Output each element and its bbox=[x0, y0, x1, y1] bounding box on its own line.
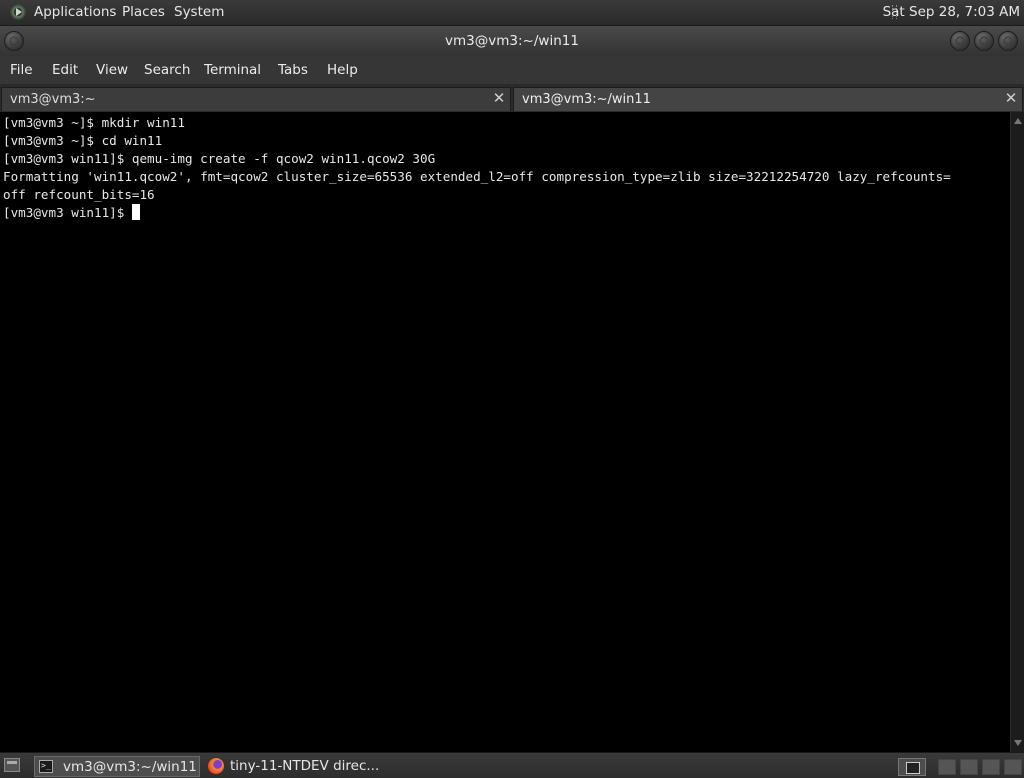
menubar: File Edit View Search Terminal Tabs Help bbox=[0, 56, 1024, 84]
taskbar-item-firefox[interactable]: tiny-11-NTDEV direc... bbox=[202, 756, 392, 777]
taskbar-item-terminal[interactable]: >_ vm3@vm3:~/win11 bbox=[34, 756, 200, 777]
close-button[interactable] bbox=[998, 31, 1018, 51]
top-panel: Applications Places System Sat Sep 28, 7… bbox=[0, 0, 1024, 26]
menu-file[interactable]: File bbox=[10, 62, 33, 78]
terminal-line: [vm3@vm3 ~]$ mkdir win11 bbox=[3, 115, 185, 130]
menu-tabs[interactable]: Tabs bbox=[278, 62, 308, 78]
tab-win11[interactable]: vm3@vm3:~/win11 ✕ bbox=[513, 87, 1023, 111]
minimize-button[interactable] bbox=[950, 31, 970, 51]
clock[interactable]: Sat Sep 28, 7:03 AM bbox=[883, 4, 1020, 20]
maximize-button[interactable] bbox=[974, 31, 994, 51]
applications-menu[interactable]: Applications bbox=[34, 4, 116, 20]
tab-home[interactable]: vm3@vm3:~ ✕ bbox=[1, 87, 511, 111]
menu-help[interactable]: Help bbox=[327, 62, 358, 78]
terminal-line: [vm3@vm3 ~]$ cd win11 bbox=[3, 133, 163, 148]
workspace-2-icon[interactable] bbox=[938, 759, 956, 775]
menu-view[interactable]: View bbox=[96, 62, 128, 78]
shell-prompt: [vm3@vm3 win11]$ bbox=[3, 205, 132, 220]
firefox-icon bbox=[208, 758, 224, 774]
workspace-3-icon[interactable] bbox=[960, 759, 978, 775]
tab-label: vm3@vm3:~ bbox=[10, 92, 96, 107]
taskbar-item-label: tiny-11-NTDEV direc... bbox=[230, 758, 380, 774]
menu-search[interactable]: Search bbox=[144, 62, 190, 78]
terminal-line: off refcount_bits=16 bbox=[3, 187, 155, 202]
menu-edit[interactable]: Edit bbox=[52, 62, 78, 78]
system-menu[interactable]: System bbox=[174, 4, 224, 20]
scroll-up-icon[interactable] bbox=[1014, 118, 1022, 124]
prompt-line: [vm3@vm3 win11]$ bbox=[3, 204, 1010, 222]
bottom-panel: >_ vm3@vm3:~/win11 tiny-11-NTDEV direc..… bbox=[0, 752, 1024, 778]
terminal-icon: >_ bbox=[39, 760, 53, 773]
close-tab-icon[interactable]: ✕ bbox=[1004, 91, 1018, 106]
tab-bar: vm3@vm3:~ ✕ vm3@vm3:~/win11 ✕ bbox=[0, 84, 1024, 112]
window-title: vm3@vm3:~/win11 bbox=[445, 33, 579, 49]
workspace-4-icon[interactable] bbox=[982, 759, 1000, 775]
desktop: Applications Places System Sat Sep 28, 7… bbox=[0, 0, 1024, 778]
close-tab-icon[interactable]: ✕ bbox=[492, 91, 506, 106]
text-cursor bbox=[131, 204, 140, 220]
scroll-down-icon[interactable] bbox=[1014, 740, 1022, 746]
window-titlebar[interactable]: vm3@vm3:~/win11 bbox=[0, 26, 1024, 56]
menu-terminal[interactable]: Terminal bbox=[204, 62, 261, 78]
terminal-line: Formatting 'win11.qcow2', fmt=qcow2 clus… bbox=[3, 169, 951, 184]
places-menu[interactable]: Places bbox=[122, 4, 165, 20]
taskbar-item-label: vm3@vm3:~/win11 bbox=[63, 759, 197, 775]
distro-logo-icon[interactable] bbox=[10, 4, 26, 20]
workspace-switcher-icon[interactable] bbox=[898, 758, 926, 776]
trash-icon[interactable] bbox=[1004, 759, 1022, 775]
terminal-output[interactable]: [vm3@vm3 ~]$ mkdir win11 [vm3@vm3 ~]$ cd… bbox=[0, 112, 1010, 752]
terminal-scrollbar[interactable] bbox=[1010, 112, 1024, 752]
terminal-line: [vm3@vm3 win11]$ qemu-img create -f qcow… bbox=[3, 151, 436, 166]
tab-label: vm3@vm3:~/win11 bbox=[522, 92, 651, 107]
show-desktop-icon[interactable] bbox=[4, 758, 20, 772]
